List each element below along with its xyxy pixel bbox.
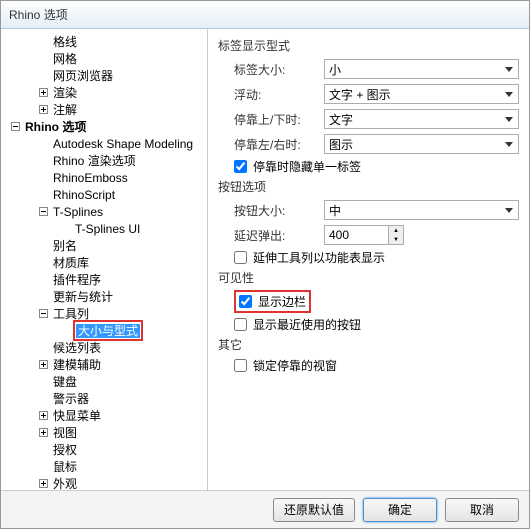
expand-icon[interactable] [37, 478, 49, 490]
dock-tb-label: 停靠上/下时: [234, 111, 324, 128]
tree-item[interactable]: Rhino 渲染选项 [51, 152, 138, 169]
expand-icon[interactable] [37, 87, 49, 99]
tree-item[interactable]: Autodesk Shape Modeling [51, 137, 195, 151]
tree-item[interactable]: 授权 [51, 441, 79, 458]
tree-item[interactable]: 网页浏览器 [51, 67, 115, 84]
ok-button[interactable]: 确定 [363, 498, 437, 522]
group-button-opts: 按钮选项 [218, 178, 519, 195]
tree-item[interactable]: 材质库 [51, 254, 91, 271]
btn-size-label: 按钮大小: [234, 202, 324, 219]
show-recent-checkbox[interactable] [234, 318, 247, 331]
btn-size-select[interactable]: 中 [324, 200, 519, 220]
tree-item[interactable]: 视图 [51, 424, 79, 441]
content-area: 格线网格网页浏览器渲染注解 Rhino 选项 Autodesk Shape Mod… [1, 29, 529, 490]
tree-item[interactable]: RhinoScript [51, 188, 117, 202]
tree-item[interactable]: 快显菜单 [51, 407, 103, 424]
dock-tb-select[interactable]: 文字 [324, 109, 519, 129]
collapse-icon[interactable] [9, 121, 21, 133]
hide-single-checkbox[interactable] [234, 160, 247, 173]
collapse-icon[interactable] [37, 308, 49, 320]
tree-item[interactable]: 鼠标 [51, 458, 79, 475]
expand-icon[interactable] [37, 104, 49, 116]
tab-size-select[interactable]: 小 [324, 59, 519, 79]
tree-item[interactable]: 网格 [51, 50, 79, 67]
settings-form: 标签显示型式 标签大小: 小 浮动: 文字 + 图示 停靠上/下时: 文字 停靠… [208, 29, 529, 490]
window-title: Rhino 选项 [9, 6, 68, 23]
group-other: 其它 [218, 336, 519, 353]
collapse-icon[interactable] [37, 206, 49, 218]
tree-item[interactable]: 警示器 [51, 390, 91, 407]
highlight-box-sidebar: 显示边栏 [234, 290, 311, 313]
dock-lr-select[interactable]: 图示 [324, 134, 519, 154]
expand-icon[interactable] [37, 410, 49, 422]
tree-item[interactable]: T-Splines [51, 205, 105, 219]
tree-item[interactable]: 键盘 [51, 373, 79, 390]
hide-single-label: 停靠时隐藏单一标签 [253, 158, 361, 175]
titlebar: Rhino 选项 [1, 1, 529, 29]
group-visibility: 可见性 [218, 269, 519, 286]
show-recent-label: 显示最近使用的按钮 [253, 316, 361, 333]
delay-label: 延迟弹出: [234, 227, 324, 244]
group-tab-style: 标签显示型式 [218, 37, 519, 54]
tree-item[interactable]: 建模辅助 [51, 356, 103, 373]
tree-item[interactable]: 别名 [51, 237, 79, 254]
tree-item[interactable]: 候选列表 [51, 339, 103, 356]
delay-input[interactable]: 400 ▲▼ [324, 225, 404, 245]
cancel-button[interactable]: 取消 [445, 498, 519, 522]
category-tree[interactable]: 格线网格网页浏览器渲染注解 Rhino 选项 Autodesk Shape Mod… [1, 29, 208, 490]
tab-size-label: 标签大小: [234, 61, 324, 78]
tree-item[interactable]: 更新与统计 [51, 288, 115, 305]
lock-dock-checkbox[interactable] [234, 359, 247, 372]
tree-item[interactable]: 注解 [51, 101, 79, 118]
dock-lr-label: 停靠左/右时: [234, 136, 324, 153]
spinner-icon[interactable]: ▲▼ [388, 226, 403, 244]
tree-item[interactable]: T-Splines UI [73, 222, 142, 236]
highlight-box-tree: 大小与型式 [73, 320, 143, 341]
tree-item[interactable]: 插件程序 [51, 271, 103, 288]
extend-fn-checkbox[interactable] [234, 251, 247, 264]
lock-dock-label: 锁定停靠的视窗 [253, 357, 337, 374]
reset-button[interactable]: 还原默认值 [273, 498, 355, 522]
tree-item[interactable]: 格线 [51, 33, 79, 50]
float-select[interactable]: 文字 + 图示 [324, 84, 519, 104]
float-label: 浮动: [234, 86, 324, 103]
tree-item[interactable]: RhinoEmboss [51, 171, 130, 185]
expand-icon[interactable] [37, 427, 49, 439]
expand-icon[interactable] [37, 359, 49, 371]
options-dialog: Rhino 选项 格线网格网页浏览器渲染注解 Rhino 选项 Autodesk … [0, 0, 530, 529]
tree-root[interactable]: Rhino 选项 [23, 118, 88, 135]
tree-item[interactable]: 大小与型式 [76, 324, 140, 338]
button-bar: 还原默认值 确定 取消 [1, 490, 529, 528]
tree-item[interactable]: 外观 [51, 475, 79, 490]
tree-item[interactable]: 渲染 [51, 84, 79, 101]
show-sidebar-checkbox[interactable] [239, 295, 252, 308]
extend-fn-label: 延伸工具列以功能表显示 [253, 249, 385, 266]
show-sidebar-label: 显示边栏 [258, 293, 306, 310]
